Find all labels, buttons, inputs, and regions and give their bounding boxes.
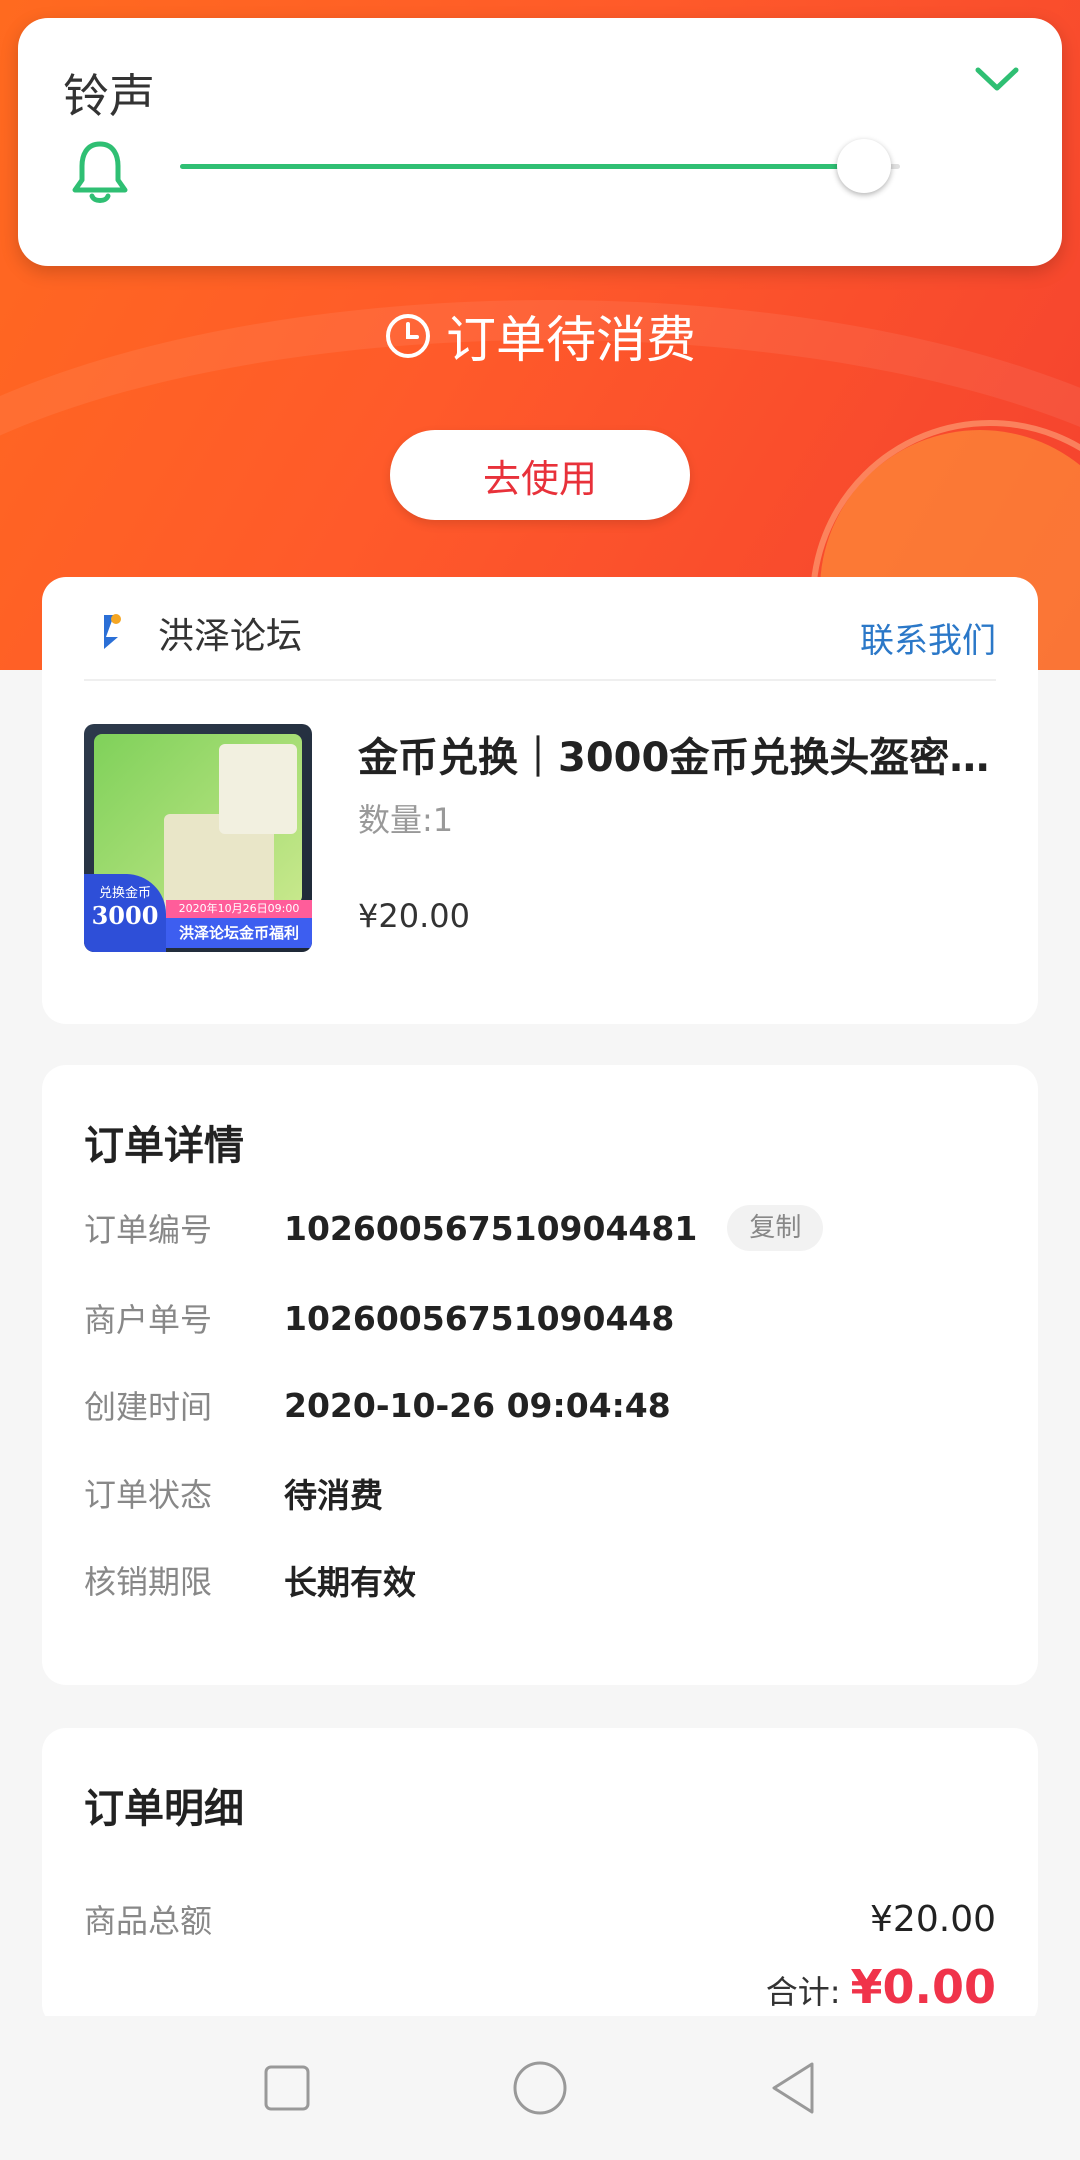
image-ribbon-date: 2020年10月26日09:00 — [166, 900, 312, 918]
volume-panel-title: 铃声 — [63, 69, 155, 123]
order-number-row: 订单编号 102600567510904481 复制 — [84, 1205, 824, 1251]
detail-label: 创建时间 — [84, 1388, 213, 1426]
store-header[interactable]: 洪泽论坛 — [84, 607, 302, 659]
total-row: 合计: ¥0.00 — [766, 1960, 996, 2014]
product-quantity: 数量:1 — [358, 801, 454, 839]
clock-icon — [386, 314, 430, 358]
volume-panel: 铃声 — [18, 18, 1062, 266]
product-image[interactable]: 兑换金币 3000 2020年10月26日09:00 洪泽论坛金币福利 — [84, 724, 312, 952]
subtotal-value: ¥20.00 — [870, 1898, 996, 1940]
merchant-number-value: 10260056751090448 — [284, 1298, 675, 1338]
order-details-title: 订单详情 — [84, 1123, 244, 1169]
use-button[interactable]: 去使用 — [390, 430, 690, 520]
created-time-value: 2020-10-26 09:04:48 — [284, 1385, 671, 1425]
order-status-value: 待消费 — [284, 1476, 383, 1515]
total-label: 合计: — [765, 1973, 841, 2011]
coin-badge: 兑换金币 3000 — [84, 874, 166, 952]
bell-icon[interactable] — [70, 138, 130, 206]
circle-icon — [513, 2061, 567, 2115]
divider — [84, 679, 996, 681]
store-product-card: 洪泽论坛 联系我们 兑换金币 3000 2020年10月26日09:00 洪泽论… — [42, 577, 1038, 1024]
volume-slider-thumb[interactable] — [837, 139, 891, 193]
home-button[interactable] — [510, 2058, 570, 2118]
detail-label: 订单状态 — [84, 1476, 213, 1514]
created-time-row: 创建时间 2020-10-26 09:04:48 — [84, 1382, 671, 1428]
store-logo — [84, 607, 136, 659]
coin-badge-label: 兑换金币 — [98, 886, 151, 901]
subtotal-row: 商品总额 ¥20.00 — [84, 1896, 996, 1942]
order-status-row: 订单状态 待消费 — [84, 1469, 383, 1517]
recent-apps-button[interactable] — [257, 2058, 317, 2118]
copy-button[interactable]: 复制 — [727, 1205, 824, 1251]
redeem-deadline-row: 核销期限 长期有效 — [84, 1556, 416, 1604]
detail-label: 商户单号 — [84, 1301, 213, 1339]
order-details-card: 订单详情 订单编号 102600567510904481 复制 商户单号 102… — [42, 1065, 1038, 1685]
volume-slider[interactable] — [180, 139, 900, 193]
coin-badge-number: 3000 — [91, 901, 159, 930]
contact-us-link[interactable]: 联系我们 — [860, 613, 996, 662]
store-name: 洪泽论坛 — [158, 616, 303, 657]
image-ribbon-text: 洪泽论坛金币福利 — [166, 918, 312, 948]
product-package — [219, 744, 297, 834]
merchant-number-row: 商户单号 10260056751090448 — [84, 1295, 674, 1341]
detail-label: 核销期限 — [84, 1563, 213, 1601]
product-price: ¥20.00 — [358, 897, 470, 935]
product-title[interactable]: 金币兑换｜3000金币兑换头盔密码锁 — [358, 725, 998, 783]
volume-slider-fill — [180, 164, 864, 169]
chevron-down-icon[interactable] — [972, 60, 1022, 100]
order-number-value: 102600567510904481 — [284, 1208, 698, 1248]
total-value: ¥0.00 — [850, 1960, 996, 2014]
square-icon — [264, 2065, 310, 2111]
order-summary-title: 订单明细 — [84, 1786, 244, 1832]
store-logo-icon — [104, 614, 121, 649]
system-navigation-bar — [0, 2016, 1080, 2160]
redeem-deadline-value: 长期有效 — [284, 1563, 416, 1602]
subtotal-label: 商品总额 — [84, 1902, 213, 1940]
detail-label: 订单编号 — [84, 1211, 213, 1249]
order-status-text: 订单待消费 — [446, 311, 696, 369]
order-status-title: 订单待消费 — [0, 300, 1080, 372]
triangle-back-icon — [772, 2062, 814, 2114]
order-summary-card: 订单明细 商品总额 ¥20.00 合计: ¥0.00 — [42, 1728, 1038, 2028]
back-button[interactable] — [763, 2058, 823, 2118]
